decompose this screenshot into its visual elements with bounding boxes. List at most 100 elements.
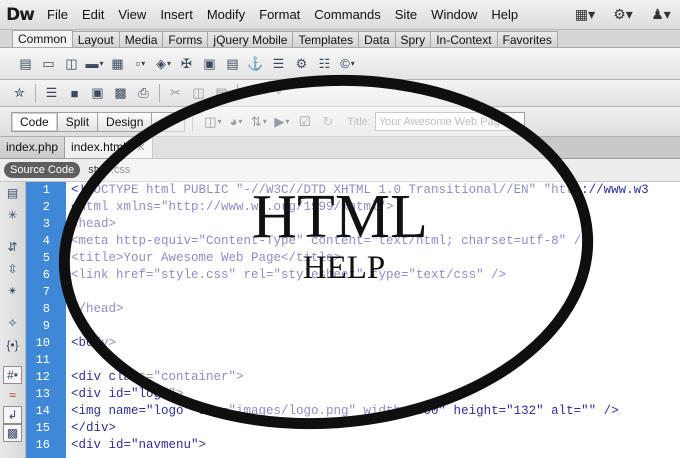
collapse-selection-icon[interactable]: ⇳: [0, 258, 25, 280]
tab-common[interactable]: Common: [12, 30, 73, 47]
split-view-button[interactable]: Split: [56, 111, 99, 132]
coding-toolbar: ▤ ✳ ⇵ ⇳ ✴ ✧ {•} #• ≈ ↲ ▩: [0, 182, 26, 458]
dreamweaver-logo: Dw: [6, 4, 35, 25]
line-number: 7: [42, 285, 50, 299]
close-icon[interactable]: ✕: [136, 142, 145, 154]
design-view-button[interactable]: Design: [97, 111, 153, 132]
email-link-icon[interactable]: ▭: [37, 53, 60, 75]
live-view-button[interactable]: [151, 111, 186, 132]
user-icon[interactable]: ♟▾: [642, 0, 680, 30]
document-tabs: index.php index.html* ✕: [0, 137, 680, 159]
menu-file[interactable]: File: [40, 0, 75, 30]
document-tab[interactable]: index.html* ✕: [65, 137, 153, 158]
menu-window[interactable]: Window: [424, 0, 484, 30]
hyperlink-icon[interactable]: ▤: [14, 53, 37, 75]
comment-icon[interactable]: ☰: [267, 53, 290, 75]
save-icon[interactable]: ▣: [86, 82, 109, 104]
word-wrap-icon[interactable]: ↲: [3, 406, 22, 424]
open-documents-icon[interactable]: ▤: [0, 182, 25, 204]
visual-aids-icon[interactable]: ☑: [293, 111, 316, 133]
source-code-button[interactable]: Source Code: [4, 162, 81, 178]
live-view-options-icon[interactable]: ▶: [270, 111, 293, 133]
multiscreen-icon[interactable]: ◫: [201, 111, 224, 133]
menu-edit[interactable]: Edit: [75, 0, 111, 30]
tab-data[interactable]: Data: [358, 31, 396, 47]
tab-forms[interactable]: Forms: [162, 31, 209, 47]
line-number: 8: [42, 302, 50, 316]
insert-panel-tabs: Common Layout Media Forms jQuery Mobile Templ…: [0, 30, 680, 48]
tab-favorites[interactable]: Favorites: [496, 31, 558, 47]
menu-insert[interactable]: Insert: [153, 0, 200, 30]
copyright-icon[interactable]: ©: [336, 53, 359, 75]
balance-braces-icon[interactable]: {•}: [0, 334, 25, 356]
line-number: 3: [42, 217, 50, 231]
code-line: [71, 284, 680, 301]
tab-media[interactable]: Media: [118, 31, 164, 47]
widget-icon[interactable]: ▣: [198, 53, 221, 75]
related-file-style-css[interactable]: style.css: [88, 164, 130, 176]
insert-div-icon[interactable]: ▫: [129, 53, 152, 75]
undo-icon[interactable]: ↶: [242, 82, 265, 104]
preview-browser-icon[interactable]: ◕: [224, 111, 247, 133]
file-management-icon[interactable]: ⇅: [247, 111, 270, 133]
layout-icon[interactable]: ▦▾: [566, 0, 604, 30]
tab-jquery-mobile[interactable]: jQuery Mobile: [207, 31, 294, 47]
named-anchor-icon[interactable]: ◫: [60, 53, 83, 75]
line-number: 1: [42, 183, 50, 197]
line-number: 10: [35, 336, 50, 350]
server-side-include-icon[interactable]: ⚓: [244, 53, 267, 75]
templates-icon[interactable]: ⚙: [290, 53, 313, 75]
code-editor: ▤ ✳ ⇵ ⇳ ✴ ✧ {•} #• ≈ ↲ ▩ 1 2 3 4 5 6 7 8 9 10 11 12…: [0, 182, 680, 458]
select-parent-tag-icon[interactable]: ✧: [0, 312, 25, 334]
line-number: 2: [42, 200, 50, 214]
browse-bridge-icon[interactable]: ■: [63, 82, 86, 104]
paste-icon[interactable]: ▤: [210, 82, 233, 104]
expand-all-icon[interactable]: ✴: [0, 280, 25, 302]
images-icon[interactable]: ◈: [152, 53, 175, 75]
tab-in-context[interactable]: In-Context: [430, 31, 498, 47]
menu-help[interactable]: Help: [484, 0, 525, 30]
collapse-full-tag-icon[interactable]: ⇵: [0, 236, 25, 258]
print-code-icon[interactable]: ⎙: [132, 82, 155, 104]
tab-layout[interactable]: Layout: [71, 31, 120, 47]
code-view-button[interactable]: Code: [11, 111, 58, 132]
page-title-input[interactable]: [374, 112, 525, 131]
menu-view[interactable]: View: [111, 0, 153, 30]
gear-icon[interactable]: ⚙▾: [604, 0, 642, 30]
line-numbers-icon[interactable]: #•: [3, 366, 22, 384]
syntax-coloring-icon[interactable]: ▩: [3, 424, 22, 442]
line-number: 9: [42, 319, 50, 333]
menu-format[interactable]: Format: [252, 0, 307, 30]
document-tab-label: index.php: [6, 140, 59, 154]
code-line: <title>Your Awesome Web Page</title>: [71, 251, 342, 265]
show-code-navigator-icon[interactable]: ✳: [0, 204, 25, 226]
open-folder-icon[interactable]: ☰: [40, 82, 63, 104]
save-all-icon[interactable]: ▩: [109, 82, 132, 104]
code-line: </div>: [71, 421, 117, 435]
tab-templates[interactable]: Templates: [292, 31, 360, 47]
standard-toolbar: ✮ ☰ ■ ▣ ▩ ⎙ ✂ ◫ ▤ ↶ ↷: [0, 80, 680, 107]
code-view[interactable]: <!DOCTYPE html PUBLIC "-//W3C//DTD XHTML…: [66, 182, 680, 458]
horizontal-rule-icon[interactable]: ▬: [83, 53, 106, 75]
copy-icon[interactable]: ◫: [187, 82, 210, 104]
code-line: </head>: [71, 302, 124, 316]
line-number: 6: [42, 268, 50, 282]
menu-bar: Dw File Edit View Insert Modify Format Command…: [0, 0, 680, 30]
new-document-icon[interactable]: ✮: [8, 82, 31, 104]
cut-icon[interactable]: ✂: [164, 82, 187, 104]
menu-site[interactable]: Site: [388, 0, 424, 30]
menu-modify[interactable]: Modify: [200, 0, 252, 30]
highlight-invalid-code-icon[interactable]: ≈: [0, 384, 25, 406]
tab-spry[interactable]: Spry: [394, 31, 432, 47]
refresh-icon[interactable]: ↻: [316, 111, 339, 133]
date-icon[interactable]: ▤: [221, 53, 244, 75]
menu-commands[interactable]: Commands: [307, 0, 387, 30]
document-tab[interactable]: index.php: [0, 137, 66, 158]
calendar-icon[interactable]: ☷: [313, 53, 336, 75]
media-icon[interactable]: ✠: [175, 53, 198, 75]
redo-icon[interactable]: ↷: [265, 82, 288, 104]
document-tab-label: index.html*: [71, 140, 131, 154]
code-line: <link href="style.css" rel="stylesheet" …: [71, 268, 507, 282]
table-icon[interactable]: ▦: [106, 53, 129, 75]
